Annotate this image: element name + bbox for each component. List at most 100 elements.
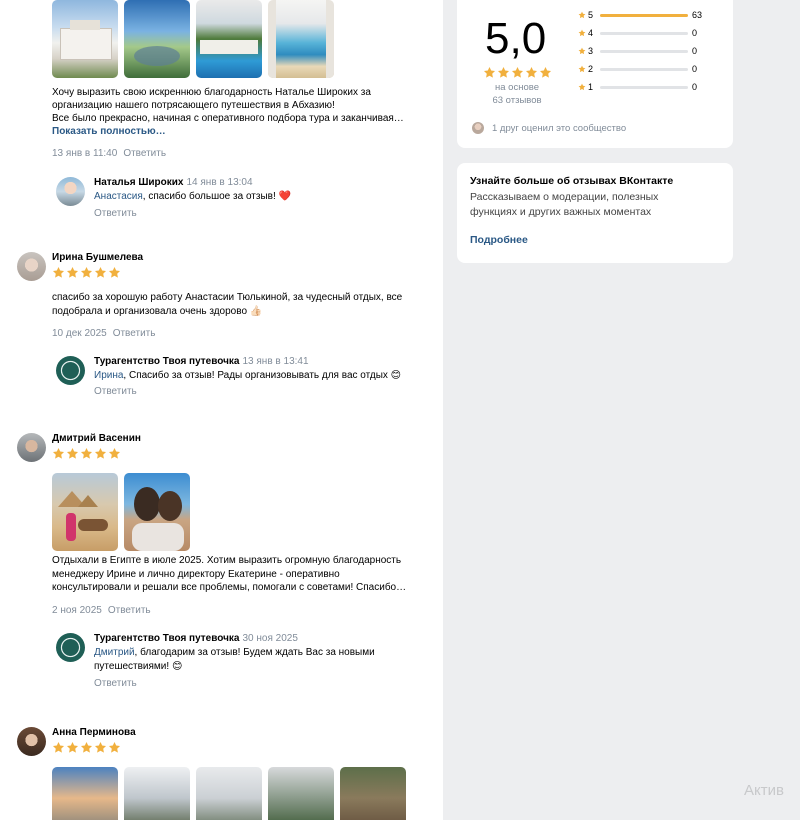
review-text-line: Отдыхали в Египте в июле 2025. Хотим выр… bbox=[52, 555, 402, 566]
star-icon bbox=[525, 66, 538, 79]
reply-author-name[interactable]: Турагентство Твоя путевочка bbox=[94, 356, 239, 367]
review-photo[interactable] bbox=[268, 767, 334, 820]
rating-summary-card: 5,0 на основе 63 отзывов 5 63 4 0 3 0 2 0 1 0 1 д… bbox=[457, 0, 733, 148]
review-meta: 10 дек 2025 Ответить bbox=[52, 328, 155, 339]
review-date: 2 ноя 2025 bbox=[52, 605, 102, 616]
reply-author: Наталья Широких 14 янв в 13:04 bbox=[94, 177, 253, 188]
star-icon bbox=[94, 447, 107, 460]
avatar[interactable] bbox=[17, 252, 46, 281]
review-photo[interactable] bbox=[124, 0, 190, 78]
review-photo[interactable] bbox=[52, 0, 118, 78]
review-text-line: организацию нашего потрясающего путешест… bbox=[52, 100, 335, 111]
rating-label: 3 bbox=[588, 46, 594, 56]
reviews-feed: Хочу выразить свою искреннюю благодарнос… bbox=[0, 0, 443, 820]
rating-row-4: 40 bbox=[578, 28, 728, 40]
review-photo[interactable] bbox=[124, 767, 190, 820]
star-icon bbox=[497, 66, 510, 79]
review-photo[interactable] bbox=[196, 767, 262, 820]
reply-body: , благодарим за отзыв! Будем ждать Вас з… bbox=[94, 647, 375, 672]
reply-body: , спасибо большое за отзыв! ❤️ bbox=[142, 191, 291, 202]
info-card-title: Узнайте больше об отзывах ВКонтакте bbox=[470, 175, 674, 187]
review-photo[interactable] bbox=[52, 473, 118, 551]
rating-bar bbox=[600, 32, 688, 35]
reviewer-name[interactable]: Дмитрий Васенин bbox=[52, 433, 141, 444]
star-icon bbox=[483, 66, 496, 79]
star-icon bbox=[80, 266, 93, 279]
review-text-line: Все было прекрасно, начиная с оперативно… bbox=[52, 113, 404, 124]
more-details-link[interactable]: Подробнее bbox=[470, 234, 528, 246]
reply-button[interactable]: Ответить bbox=[94, 386, 137, 397]
rating-label: 2 bbox=[588, 64, 594, 74]
review-photo[interactable] bbox=[340, 767, 406, 820]
rating-stars bbox=[52, 741, 121, 754]
reply-button[interactable]: Ответить bbox=[94, 208, 137, 219]
reply-text: Анастасия, спасибо большое за отзыв! ❤️ bbox=[94, 190, 439, 204]
rating-stars bbox=[52, 266, 121, 279]
friend-rated-text[interactable]: 1 друг оценил это сообщество bbox=[492, 123, 626, 134]
reply-text: Дмитрий, благодарим за отзыв! Будем ждат… bbox=[94, 646, 439, 674]
rating-label: 1 bbox=[588, 82, 594, 92]
review-date: 10 дек 2025 bbox=[52, 328, 107, 339]
star-icon bbox=[539, 66, 552, 79]
star-icon bbox=[80, 447, 93, 460]
reply-button[interactable]: Ответить bbox=[108, 605, 151, 616]
reply-button[interactable]: Ответить bbox=[123, 148, 166, 159]
reply-date: 14 янв в 13:04 bbox=[186, 177, 253, 188]
review-text-line: спасибо за хорошую работу Анастасии Тюль… bbox=[52, 292, 403, 303]
reply-mention[interactable]: Анастасия bbox=[94, 191, 143, 202]
reply-mention[interactable]: Ирина bbox=[94, 370, 123, 381]
reply-button[interactable]: Ответить bbox=[94, 678, 137, 689]
rating-row-2: 20 bbox=[578, 64, 728, 76]
reply-mention[interactable]: Дмитрий bbox=[94, 647, 135, 658]
star-icon bbox=[52, 266, 65, 279]
rating-bar-fill bbox=[600, 14, 688, 17]
review-photos bbox=[52, 0, 334, 78]
review-photo[interactable] bbox=[124, 473, 190, 551]
rating-count: 0 bbox=[692, 28, 698, 38]
star-icon bbox=[66, 741, 79, 754]
friend-avatar bbox=[472, 122, 484, 134]
reply-author-name[interactable]: Турагентство Твоя путевочка bbox=[94, 633, 239, 644]
info-card-line: функциях и других важных моментах bbox=[470, 206, 652, 218]
rating-bar bbox=[600, 50, 688, 53]
review-photo[interactable] bbox=[268, 0, 334, 78]
activation-watermark: Актив bbox=[744, 782, 784, 799]
star-icon bbox=[94, 741, 107, 754]
reviews-count[interactable]: 63 отзывов bbox=[469, 94, 565, 107]
star-icon bbox=[66, 266, 79, 279]
rating-row-5: 5 63 bbox=[578, 10, 728, 22]
review-text-line: Хочу выразить свою искреннюю благодарнос… bbox=[52, 87, 371, 98]
review-text-line: подобрала и организовала очень здорово 👍… bbox=[52, 306, 263, 317]
star-icon bbox=[578, 83, 586, 91]
star-icon bbox=[511, 66, 524, 79]
avatar[interactable] bbox=[17, 727, 46, 756]
based-on-text: на основе 63 отзывов bbox=[469, 81, 565, 107]
reply-date: 30 ноя 2025 bbox=[242, 633, 298, 644]
review-photo[interactable] bbox=[196, 0, 262, 78]
reply-button[interactable]: Ответить bbox=[113, 328, 156, 339]
reviewer-name[interactable]: Ирина Бушмелева bbox=[52, 252, 143, 263]
rating-bar bbox=[600, 14, 688, 17]
review-text-line: консультировали и решали все проблемы, п… bbox=[52, 582, 407, 593]
avatar[interactable] bbox=[56, 177, 85, 206]
star-icon bbox=[52, 741, 65, 754]
reply-author: Турагентство Твоя путевочка 30 ноя 2025 bbox=[94, 633, 298, 644]
avatar[interactable] bbox=[56, 633, 85, 662]
avatar[interactable] bbox=[17, 433, 46, 462]
rating-bar bbox=[600, 86, 688, 89]
review-date: 13 янв в 11:40 bbox=[52, 148, 118, 159]
show-more-link[interactable]: Показать полностью… bbox=[52, 126, 166, 137]
based-on-label: на основе bbox=[495, 82, 539, 93]
reply-author-name[interactable]: Наталья Широких bbox=[94, 177, 183, 188]
rating-bar bbox=[600, 68, 688, 71]
rating-count: 63 bbox=[692, 10, 703, 20]
avatar[interactable] bbox=[56, 356, 85, 385]
reviewer-name[interactable]: Анна Перминова bbox=[52, 727, 136, 738]
review-text-line: менеджеру Ирине и лично директору Екатер… bbox=[52, 568, 340, 580]
star-icon bbox=[94, 266, 107, 279]
star-icon bbox=[578, 11, 586, 19]
star-icon bbox=[66, 447, 79, 460]
star-icon bbox=[578, 65, 586, 73]
reply-text: Ирина, Спасибо за отзыв! Рады организовы… bbox=[94, 369, 439, 383]
review-photo[interactable] bbox=[52, 767, 118, 820]
